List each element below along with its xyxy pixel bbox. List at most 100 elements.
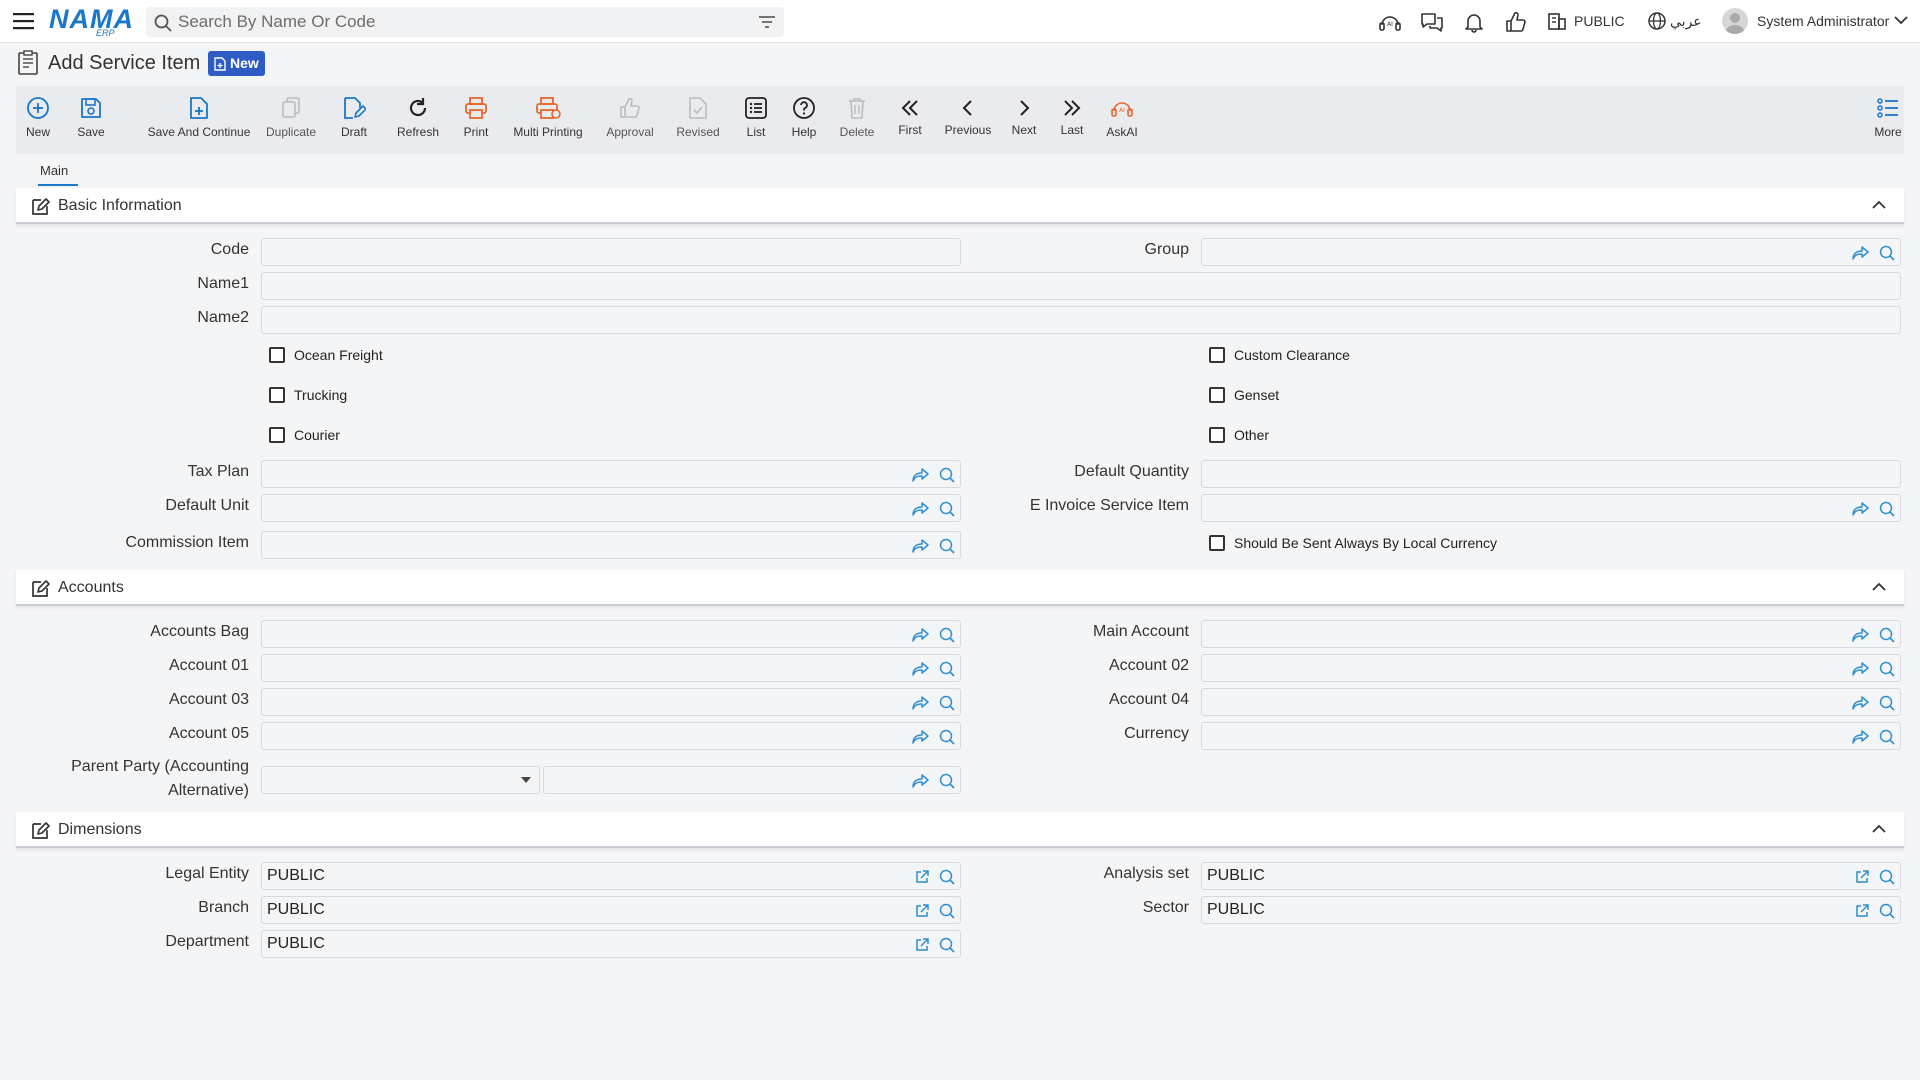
chevron-up-icon[interactable] [1872,582,1886,592]
avatar[interactable] [1722,8,1748,34]
previous-button[interactable]: Previous [930,86,1006,154]
building-icon[interactable] [1547,11,1567,31]
accounts-bag-field[interactable] [261,620,961,648]
draft-button[interactable]: Draft [328,86,380,154]
custom-clearance-checkbox[interactable]: Custom Clearance [1209,347,1350,363]
parent-party-type-select[interactable] [261,766,540,794]
print-button[interactable]: Print [446,86,506,154]
trucking-checkbox[interactable]: Trucking [269,387,347,403]
search-lookup-icon[interactable] [1878,903,1896,919]
e-invoice-service-item-field[interactable] [1201,494,1901,522]
basic-information-header[interactable]: Basic Information [16,188,1904,224]
ocean-freight-checkbox[interactable]: Ocean Freight [269,347,383,363]
search-lookup-icon[interactable] [938,467,956,483]
filter-icon[interactable] [758,15,776,29]
search-lookup-icon[interactable] [938,538,956,554]
entity-label[interactable]: PUBLIC [1574,13,1625,29]
nama-logo[interactable]: NAMA ERP [49,4,135,38]
checkbox-box[interactable] [1209,427,1225,443]
thumbs-up-icon[interactable] [1505,11,1527,33]
share-icon[interactable] [1852,729,1870,745]
search-lookup-icon[interactable] [938,869,956,885]
tax-plan-field[interactable] [261,460,961,488]
delete-button[interactable]: Delete [830,86,884,154]
external-link-icon[interactable] [914,937,930,953]
checkbox-box[interactable] [269,427,285,443]
share-icon[interactable] [912,467,930,483]
share-icon[interactable] [912,729,930,745]
save-button[interactable]: Save [77,86,105,154]
courier-checkbox[interactable]: Courier [269,427,340,443]
external-link-icon[interactable] [914,903,930,919]
search-lookup-icon[interactable] [938,695,956,711]
accounts-header[interactable]: Accounts [16,570,1904,606]
list-button[interactable]: List [732,86,780,154]
search-lookup-icon[interactable] [1878,661,1896,677]
code-field[interactable] [261,238,961,266]
other-checkbox[interactable]: Other [1209,427,1269,443]
genset-checkbox[interactable]: Genset [1209,387,1279,403]
group-field[interactable] [1201,238,1901,266]
share-icon[interactable] [912,773,930,789]
search-lookup-icon[interactable] [938,773,956,789]
search-lookup-icon[interactable] [938,501,956,517]
checkbox-box[interactable] [1209,535,1225,551]
share-icon[interactable] [912,627,930,643]
name2-field[interactable] [261,306,1901,334]
dimensions-header[interactable]: Dimensions [16,812,1904,848]
account-04-field[interactable] [1201,688,1901,716]
first-button[interactable]: First [886,86,934,154]
approval-button[interactable]: Approval [590,86,670,154]
default-unit-field[interactable] [261,494,961,522]
commission-item-field[interactable] [261,531,961,559]
search-lookup-icon[interactable] [938,937,956,953]
last-button[interactable]: Last [1050,86,1094,154]
ai-assistant-icon[interactable]: AI [1378,11,1402,33]
save-and-continue-button[interactable]: Save And Continue [130,86,268,154]
user-name[interactable]: System Administrator [1757,13,1889,29]
help-button[interactable]: Help [780,86,828,154]
more-button[interactable]: More [1870,86,1906,154]
share-icon[interactable] [912,661,930,677]
checkbox-box[interactable] [269,347,285,363]
account-01-field[interactable] [261,654,961,682]
duplicate-button[interactable]: Duplicate [258,86,324,154]
next-button[interactable]: Next [1002,86,1046,154]
search-lookup-icon[interactable] [1878,729,1896,745]
account-05-field[interactable] [261,722,961,750]
checkbox-box[interactable] [1209,347,1225,363]
search-lookup-icon[interactable] [1878,869,1896,885]
search-lookup-icon[interactable] [938,627,956,643]
search-lookup-icon[interactable] [1878,245,1896,261]
search-lookup-icon[interactable] [938,661,956,677]
share-icon[interactable] [1852,661,1870,677]
share-icon[interactable] [912,695,930,711]
bell-icon[interactable] [1463,11,1485,33]
refresh-button[interactable]: Refresh [384,86,452,154]
share-icon[interactable] [1852,695,1870,711]
multi-printing-button[interactable]: Multi Printing [500,86,596,154]
chevron-up-icon[interactable] [1872,200,1886,210]
branch-field[interactable]: PUBLIC [261,896,961,924]
share-icon[interactable] [1852,501,1870,517]
parent-party-field[interactable] [543,766,961,794]
search-lookup-icon[interactable] [1878,501,1896,517]
share-icon[interactable] [912,538,930,554]
askai-button[interactable]: AI AskAI [1098,86,1146,154]
main-account-field[interactable] [1201,620,1901,648]
search-lookup-icon[interactable] [938,729,956,745]
account-02-field[interactable] [1201,654,1901,682]
legal-entity-field[interactable]: PUBLIC [261,862,961,890]
chat-icon[interactable] [1420,11,1444,33]
default-quantity-field[interactable] [1201,460,1901,488]
share-icon[interactable] [1852,245,1870,261]
checkbox-box[interactable] [1209,387,1225,403]
external-link-icon[interactable] [914,869,930,885]
new-button[interactable]: New [24,86,52,154]
external-link-icon[interactable] [1854,869,1870,885]
language-switch[interactable]: عربي [1670,13,1702,30]
chevron-down-icon[interactable] [1894,15,1908,25]
tab-main[interactable]: Main [40,163,68,178]
name1-field[interactable] [261,272,1901,300]
search-input[interactable] [178,11,738,33]
